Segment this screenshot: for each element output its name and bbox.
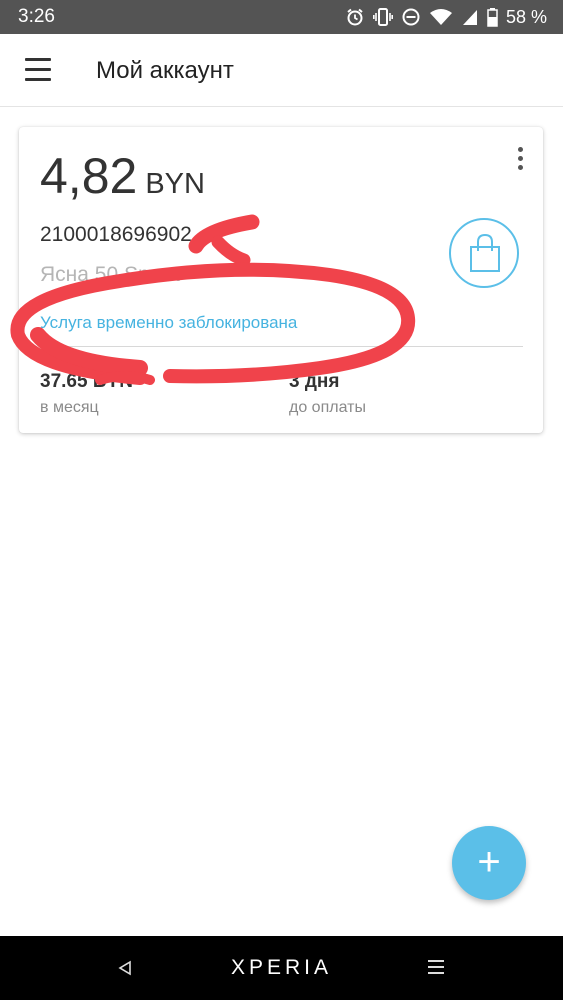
system-nav-bar: XPERIA bbox=[0, 936, 563, 1000]
monthly-fee-label: в месяц bbox=[40, 399, 99, 416]
brand-logo: XPERIA bbox=[230, 956, 333, 979]
status-bar: 3:26 58 % bbox=[0, 0, 563, 34]
cell-signal-icon bbox=[462, 10, 477, 25]
status-icons: 58 % bbox=[337, 6, 547, 28]
days-to-payment: 3 дня до оплаты bbox=[289, 371, 366, 417]
status-time: 3:26 bbox=[18, 6, 55, 27]
tariff-name: Ясна 50 Smart bbox=[40, 263, 180, 286]
shopping-bag-icon bbox=[470, 233, 500, 272]
balance-amount: 4,82 bbox=[40, 148, 138, 204]
wifi-icon bbox=[429, 9, 452, 25]
plus-icon: + bbox=[477, 840, 501, 884]
monthly-fee-value: 37.65 BYN bbox=[40, 371, 133, 392]
do-not-disturb-icon bbox=[402, 8, 420, 26]
account-number: 2100018696902 bbox=[40, 223, 192, 246]
shop-button[interactable] bbox=[449, 218, 519, 288]
alarm-icon bbox=[347, 8, 363, 26]
balance-currency: BYN bbox=[145, 168, 205, 200]
balance: 4,82 BYN bbox=[40, 147, 205, 205]
days-to-payment-label: до оплаты bbox=[289, 399, 366, 416]
monthly-fee: 37.65 BYN в месяц bbox=[40, 371, 133, 417]
add-button[interactable]: + bbox=[452, 826, 526, 900]
page-title: Мой аккаунт bbox=[96, 57, 234, 84]
battery-icon bbox=[487, 7, 498, 27]
battery-percent: 58 % bbox=[505, 6, 547, 27]
divider bbox=[40, 346, 523, 347]
days-to-payment-value: 3 дня bbox=[289, 371, 340, 392]
app-bar: Мой аккаунт bbox=[0, 34, 563, 107]
menu-lines-icon[interactable] bbox=[428, 960, 444, 974]
service-status: Услуга временно заблокирована bbox=[40, 313, 298, 332]
vibrate-icon bbox=[372, 8, 393, 26]
hamburger-menu-icon[interactable] bbox=[25, 58, 51, 82]
account-card[interactable]: 4,82 BYN 2100018696902 Ясна 50 Smart Услу… bbox=[19, 127, 543, 433]
more-vert-icon[interactable] bbox=[515, 147, 525, 175]
